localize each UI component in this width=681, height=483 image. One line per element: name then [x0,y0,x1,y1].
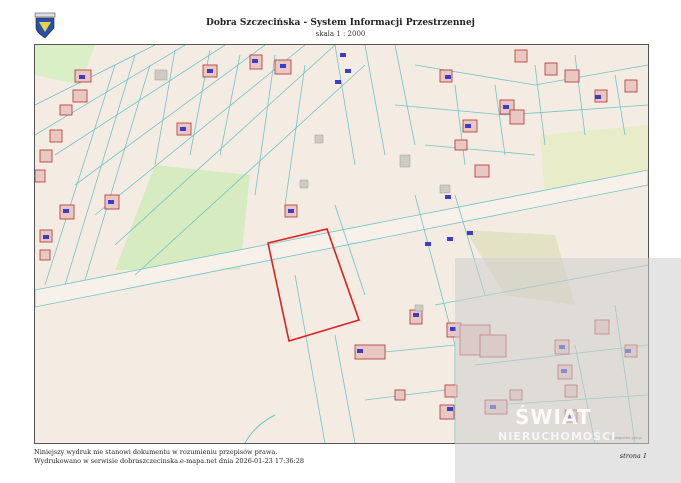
map-scale-label: skala 1 : 2000 [315,30,366,38]
stream [244,414,276,443]
page-number: strona 1 [619,452,647,460]
disclaimer-text: Niniejszy wydruk nie stanowi dokumentu w… [34,448,278,456]
printed-info-text: Wydrukowano w serwisie dobraszczecinska.… [34,457,305,465]
page-title: Dobra Szczecińska - System Informacji Pr… [206,18,475,28]
page-footer: Niniejszy wydruk nie stanowi dokumentu w… [34,446,647,476]
watermark-subtext: NIERUCHOMOŚCI [498,430,617,443]
watermark-text: ŚWIAT [515,405,592,429]
